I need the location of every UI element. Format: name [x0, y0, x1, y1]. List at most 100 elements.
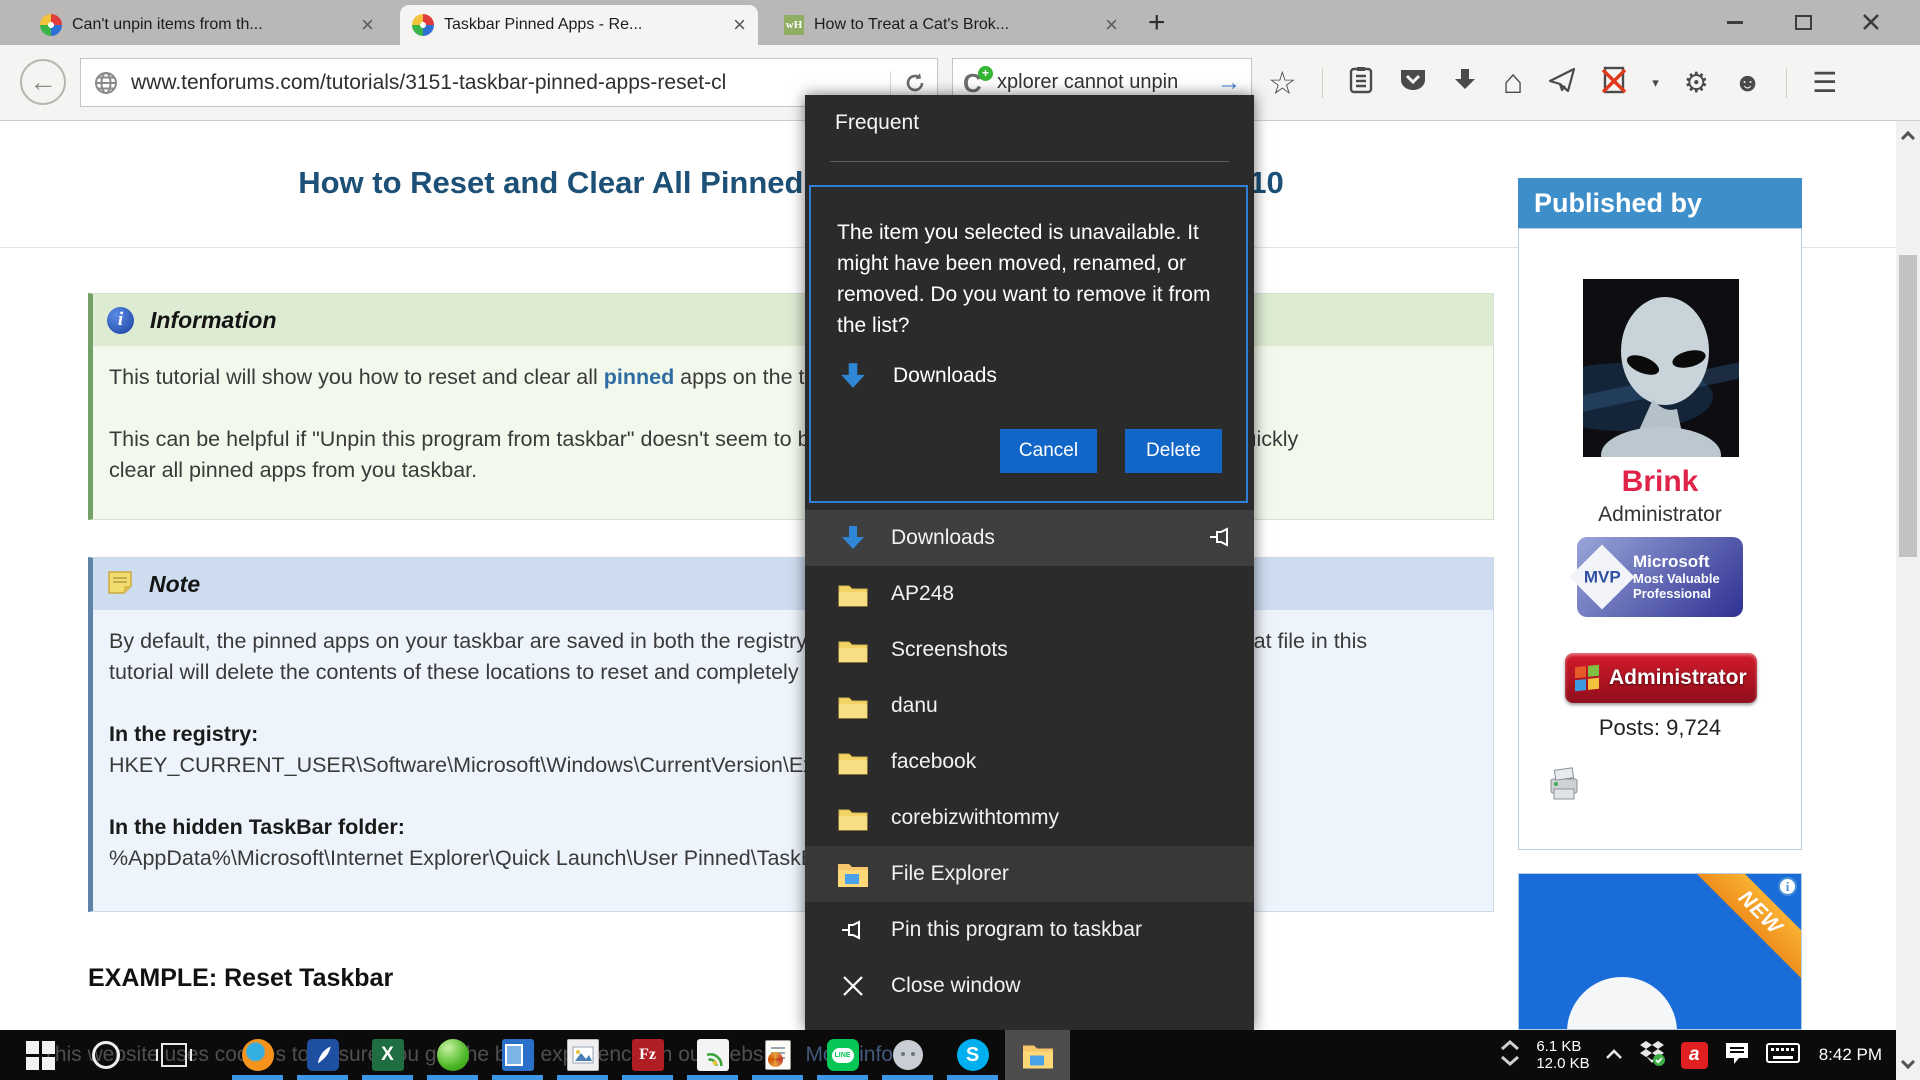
- action-center-icon[interactable]: [1723, 1040, 1751, 1071]
- quill-app-icon: [307, 1039, 339, 1071]
- window-close-button[interactable]: [1848, 6, 1894, 38]
- file-explorer-jump-list: Frequent The item you selected is unavai…: [805, 95, 1254, 1030]
- taskbar-skype[interactable]: S: [940, 1030, 1005, 1080]
- search-engine-icon[interactable]: C +: [961, 68, 991, 98]
- jump-list-item-ap248[interactable]: AP248: [805, 566, 1254, 622]
- taskbar-notes-app[interactable]: [290, 1030, 355, 1080]
- taskbar-file-explorer[interactable]: [1005, 1030, 1070, 1080]
- registry-label: In the registry:: [109, 719, 1477, 750]
- menu-hamburger-icon[interactable]: ☰: [1812, 66, 1837, 99]
- tenforums-favicon-icon: [412, 14, 434, 36]
- downloads-arrow-icon: [837, 361, 869, 391]
- feedback-smiley-icon[interactable]: ☻: [1734, 67, 1761, 98]
- pocket-icon[interactable]: [1399, 67, 1427, 98]
- folder-icon: [837, 750, 869, 775]
- downloads-icon[interactable]: [1452, 67, 1478, 98]
- taskbar-photo-viewer[interactable]: [550, 1030, 615, 1080]
- jump-list-task-file-explorer[interactable]: File Explorer: [805, 846, 1254, 902]
- jump-list-item-danu[interactable]: danu: [805, 678, 1254, 734]
- tab-close-icon[interactable]: ×: [361, 14, 374, 36]
- tab-cant-unpin[interactable]: Can't unpin items from th... ×: [28, 5, 386, 45]
- information-body: This tutorial will show you how to reset…: [93, 346, 1493, 486]
- info-paragraph-2-line-1: This can be helpful if "Unpin this progr…: [109, 424, 1477, 455]
- close-icon: [837, 974, 869, 998]
- chevron-down-icon[interactable]: ▾: [1652, 75, 1659, 91]
- excel-icon: X: [372, 1039, 404, 1071]
- administrator-badge: Administrator: [1565, 653, 1757, 703]
- search-input[interactable]: xplorer cannot unpin: [997, 71, 1178, 94]
- wifi-tool-icon: [697, 1039, 729, 1071]
- jump-list-item-corebizwithtommy[interactable]: corebizwithtommy: [805, 790, 1254, 846]
- delete-button[interactable]: Delete: [1125, 429, 1222, 473]
- note-line-1: By default, the pinned apps on your task…: [109, 626, 1477, 657]
- printer-icon[interactable]: [1541, 761, 1585, 810]
- send-tab-icon[interactable]: [1548, 67, 1576, 98]
- gear-icon[interactable]: ⚙: [1684, 66, 1709, 99]
- net-speed-readout: 6.1 KB 12.0 KB: [1536, 1038, 1589, 1072]
- publisher-profile-box: Brink Administrator MVP Microsoft Most V…: [1518, 228, 1802, 850]
- taskbar-firefox[interactable]: [225, 1030, 290, 1080]
- taskbar-excel[interactable]: X: [355, 1030, 420, 1080]
- taskbar-filezilla[interactable]: Fz: [615, 1030, 680, 1080]
- taskbar-green-orb-app[interactable]: [420, 1030, 485, 1080]
- touch-keyboard-icon[interactable]: [1766, 1041, 1800, 1070]
- folder-icon: [837, 806, 869, 831]
- tab-close-icon[interactable]: ×: [1105, 14, 1118, 36]
- tab-title: Can't unpin items from th...: [72, 16, 263, 34]
- reload-button[interactable]: [890, 71, 927, 95]
- ad-graphic: [1567, 977, 1677, 1030]
- jump-list-item-screenshots[interactable]: Screenshots: [805, 622, 1254, 678]
- pin-item-icon[interactable]: [1208, 524, 1234, 556]
- folder-icon: [837, 694, 869, 719]
- url-text[interactable]: www.tenforums.com/tutorials/3151-taskbar…: [131, 71, 726, 95]
- folder-icon: [837, 582, 869, 607]
- taskbar-document-tool[interactable]: [745, 1030, 810, 1080]
- start-button[interactable]: [14, 1030, 66, 1080]
- tab-close-icon[interactable]: ×: [733, 14, 746, 36]
- clock[interactable]: 8:42 PM: [1819, 1045, 1882, 1065]
- window-minimize-button[interactable]: [1712, 6, 1758, 38]
- jump-list-task-pin-program[interactable]: Pin this program to taskbar: [805, 902, 1254, 958]
- new-tab-button[interactable]: +: [1148, 6, 1166, 40]
- scrollbar-thumb[interactable]: [1899, 255, 1917, 557]
- blocked-plugin-icon[interactable]: [1601, 66, 1627, 99]
- jump-list-item-facebook[interactable]: facebook: [805, 734, 1254, 790]
- jump-list-task-close-window[interactable]: Close window: [805, 958, 1254, 1014]
- tab-cat-broken[interactable]: wH How to Treat a Cat's Brok... ×: [772, 5, 1130, 45]
- page-scrollbar[interactable]: [1896, 121, 1920, 1080]
- home-icon[interactable]: ⌂: [1503, 63, 1524, 102]
- pinned-link[interactable]: pinned: [604, 365, 674, 389]
- dropbox-icon[interactable]: [1638, 1039, 1666, 1072]
- cortana-search-button[interactable]: [84, 1030, 128, 1080]
- scrollbar-down-arrow[interactable]: [1896, 1054, 1920, 1074]
- net-up-speed: 6.1 KB: [1536, 1038, 1589, 1055]
- reload-icon: [903, 71, 927, 95]
- folder-icon: [837, 638, 869, 663]
- back-button[interactable]: ←: [20, 59, 66, 105]
- tray-expand-chevron-icon[interactable]: [1605, 1044, 1623, 1067]
- avatar[interactable]: [1583, 279, 1739, 462]
- ad-banner[interactable]: NEW i: [1518, 873, 1802, 1030]
- window-restore-button[interactable]: [1780, 6, 1826, 38]
- net-speed-arrows-icon[interactable]: [1499, 1037, 1521, 1074]
- taskbar-wifi-tool[interactable]: [680, 1030, 745, 1080]
- tab-taskbar-pinned-apps[interactable]: Taskbar Pinned Apps - Re... ×: [400, 5, 758, 45]
- scrollbar-up-arrow[interactable]: [1896, 125, 1920, 145]
- taskbar-blue-window-app[interactable]: [485, 1030, 550, 1080]
- taskbar-line[interactable]: LINE: [810, 1030, 875, 1080]
- cancel-button[interactable]: Cancel: [1000, 429, 1097, 473]
- publisher-username[interactable]: Brink: [1519, 465, 1801, 499]
- posts-count: Posts: 9,724: [1519, 715, 1801, 741]
- taskbar-face-app[interactable]: [875, 1030, 940, 1080]
- windows-taskbar: This website uses cookies to ensure you …: [0, 1030, 1896, 1080]
- bookmark-star-icon[interactable]: ☆: [1268, 64, 1297, 102]
- task-view-button[interactable]: [152, 1030, 196, 1080]
- skype-icon: S: [957, 1039, 989, 1071]
- jump-list-section-header: Frequent: [835, 111, 919, 135]
- search-go-icon[interactable]: →: [1217, 69, 1241, 97]
- ad-info-icon[interactable]: i: [1778, 877, 1797, 896]
- avira-icon[interactable]: a: [1681, 1042, 1708, 1069]
- reading-list-icon[interactable]: [1348, 66, 1374, 99]
- jump-list-item-downloads[interactable]: Downloads: [805, 510, 1254, 566]
- screen: Can't unpin items from th... × Taskbar P…: [0, 0, 1920, 1080]
